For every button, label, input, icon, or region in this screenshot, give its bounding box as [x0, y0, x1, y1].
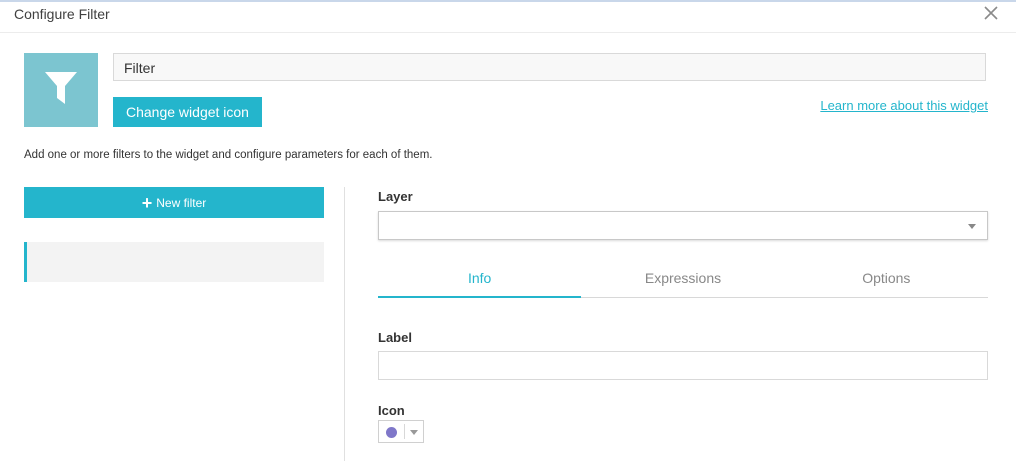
widget-name-input[interactable]: Filter	[113, 53, 986, 81]
color-swatch-icon	[386, 427, 397, 438]
label-field-label: Label	[378, 330, 412, 345]
chevron-down-icon	[968, 224, 976, 229]
icon-field-label: Icon	[378, 403, 405, 418]
close-icon[interactable]	[982, 4, 1000, 22]
new-filter-button[interactable]: + New filter	[24, 187, 324, 218]
label-input[interactable]	[378, 351, 988, 380]
tab-options[interactable]: Options	[785, 262, 988, 297]
change-widget-icon-button[interactable]: Change widget icon	[113, 97, 262, 127]
widget-description: Add one or more filters to the widget an…	[24, 149, 433, 161]
dialog-title: Configure Filter	[14, 6, 110, 22]
plus-icon: +	[141, 192, 153, 213]
learn-more-link[interactable]: Learn more about this widget	[820, 98, 988, 113]
filter-icon	[41, 68, 81, 113]
tab-expressions[interactable]: Expressions	[581, 262, 784, 297]
filter-list-item[interactable]	[24, 242, 324, 282]
header-divider	[0, 32, 1016, 33]
icon-picker[interactable]	[378, 420, 424, 443]
layer-select[interactable]	[378, 211, 988, 240]
editor-tabs: Info Expressions Options	[378, 262, 988, 298]
picker-separator	[404, 424, 405, 439]
window-top-border	[0, 0, 1016, 2]
widget-icon-preview	[24, 53, 98, 127]
new-filter-label: New filter	[156, 195, 207, 210]
chevron-down-icon	[410, 430, 418, 435]
tab-info[interactable]: Info	[378, 262, 582, 298]
layer-label: Layer	[378, 189, 413, 204]
panel-divider	[344, 187, 345, 461]
